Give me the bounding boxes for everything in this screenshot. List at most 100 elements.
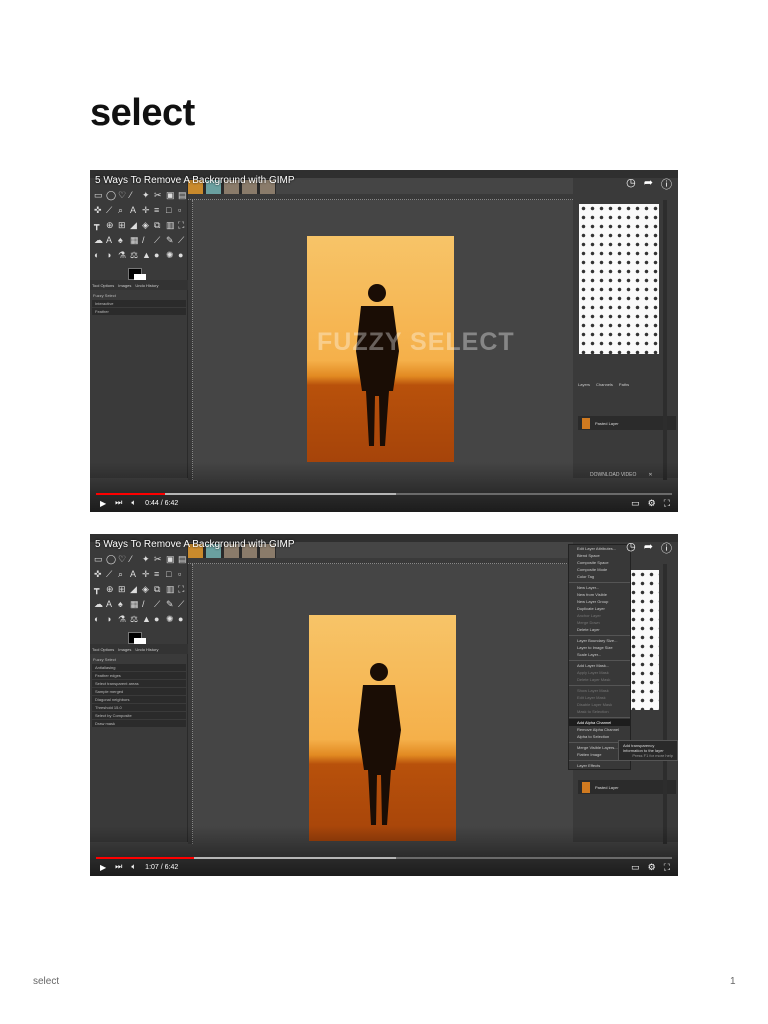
menu-item[interactable]: Layer to Image Size: [569, 644, 630, 651]
tool-icon[interactable]: ▲: [142, 250, 153, 260]
dock-tab[interactable]: Undo History: [135, 647, 158, 652]
tool-icon[interactable]: ⊞: [118, 220, 129, 230]
canvas-scrollbar[interactable]: [663, 564, 667, 844]
tool-icon[interactable]: ✂: [154, 554, 165, 564]
tool-icon[interactable]: ⧉: [154, 584, 165, 594]
tool-icon[interactable]: ♡: [118, 554, 129, 564]
layer-row[interactable]: Pasted Layer: [578, 416, 676, 430]
share-icon[interactable]: ➦: [644, 540, 653, 556]
dock-tab[interactable]: Undo History: [135, 283, 158, 288]
tool-icon[interactable]: ⚗: [118, 614, 129, 624]
video-title[interactable]: 5 Ways To Remove A Background with GIMP: [95, 175, 295, 186]
menu-item[interactable]: Blend Space: [569, 552, 630, 559]
menu-item[interactable]: Delete Layer: [569, 626, 630, 633]
tool-icon[interactable]: ▥: [166, 584, 177, 594]
tool-icon[interactable]: ◯: [106, 554, 117, 564]
canvas-image[interactable]: [309, 615, 456, 841]
play-icon[interactable]: ▶: [100, 499, 106, 508]
tool-icon[interactable]: ⚗: [118, 250, 129, 260]
volume-icon[interactable]: 🔈︎: [131, 498, 136, 508]
layer-row[interactable]: Pasted Layer: [578, 780, 676, 794]
tool-icon[interactable]: A: [106, 235, 117, 245]
tool-icon[interactable]: ⚖: [130, 614, 141, 624]
tool-option[interactable]: Feather: [92, 308, 186, 315]
tool-icon[interactable]: □: [166, 205, 177, 215]
tool-icon[interactable]: ♡: [118, 190, 129, 200]
menu-item[interactable]: Layer Effects: [569, 762, 630, 769]
tool-option[interactable]: Interactive: [92, 300, 186, 307]
tool-icon[interactable]: ⟋: [106, 205, 117, 215]
menu-item[interactable]: Merge Down: [569, 619, 630, 626]
dock-tab[interactable]: Tool Options: [92, 647, 114, 652]
tool-icon[interactable]: ◢: [130, 220, 141, 230]
tool-icon[interactable]: ✦: [142, 190, 153, 200]
video-title[interactable]: 5 Ways To Remove A Background with GIMP: [95, 539, 295, 550]
tool-icon[interactable]: ✂: [154, 190, 165, 200]
tool-icon[interactable]: ≡: [154, 205, 165, 215]
info-icon[interactable]: ⓘ: [661, 540, 672, 556]
tool-icon[interactable]: ⁄: [130, 554, 141, 564]
tool-icon[interactable]: ✛: [142, 205, 153, 215]
menu-item[interactable]: Show Layer Mask: [569, 687, 630, 694]
tool-grid[interactable]: ▭ ◯ ♡ ⁄ ✦ ✂ ▣ ▤ ✜ ⟋ ⌕ A ✛ ≡ □ ▫ ┳ ⊕ ⊞ ◢ ◈ ⧉ ▥ ⛶ ☁ A ♠ ▦ / ⟋ ✎ ⟋ ◐ ◑ ⚗ ⚖ ▲ ● ✺ ●: [94, 190, 189, 260]
menu-item[interactable]: New Layer...: [569, 584, 630, 591]
tool-icon[interactable]: ▣: [166, 554, 177, 564]
tool-icon[interactable]: /: [142, 235, 153, 245]
tool-option[interactable]: Fuzzy Select: [90, 292, 188, 299]
tool-icon[interactable]: A: [130, 569, 141, 579]
tool-icon[interactable]: ▭: [94, 554, 105, 564]
menu-item[interactable]: Alpha to Selection: [569, 733, 630, 740]
next-icon[interactable]: ⏭: [115, 862, 122, 872]
subtitles-icon[interactable]: ▭: [631, 498, 640, 509]
menu-item[interactable]: Edit Layer Mask: [569, 694, 630, 701]
volume-icon[interactable]: 🔈︎: [131, 862, 136, 872]
tool-icon[interactable]: ◢: [130, 584, 141, 594]
tool-option[interactable]: Select by Composite: [92, 712, 186, 719]
tool-icon[interactable]: ▲: [142, 614, 153, 624]
menu-item[interactable]: Scale Layer...: [569, 651, 630, 658]
tool-icon[interactable]: ✜: [94, 569, 105, 579]
tool-icon[interactable]: ⟋: [106, 569, 117, 579]
tool-icon[interactable]: ◈: [142, 220, 153, 230]
menu-item[interactable]: Mask to Selection: [569, 708, 630, 715]
tool-icon[interactable]: ▭: [94, 190, 105, 200]
tool-icon[interactable]: ⟋: [154, 599, 165, 609]
layers-tab[interactable]: Channels: [596, 382, 613, 387]
tool-icon[interactable]: A: [106, 599, 117, 609]
tool-icon[interactable]: ✦: [142, 554, 153, 564]
menu-item[interactable]: Remove Alpha Channel: [569, 726, 630, 733]
dock-tab[interactable]: Images: [118, 283, 131, 288]
layers-tab[interactable]: Layers: [578, 382, 590, 387]
tool-option[interactable]: Select transparent areas: [92, 680, 186, 687]
tool-icon[interactable]: ▥: [166, 220, 177, 230]
tool-icon[interactable]: ♠: [118, 599, 129, 609]
menu-item[interactable]: Delete Layer Mask: [569, 676, 630, 683]
tool-icon[interactable]: ▣: [166, 190, 177, 200]
menu-item[interactable]: Composite Mode: [569, 566, 630, 573]
info-icon[interactable]: ⓘ: [661, 176, 672, 192]
tool-icon[interactable]: ⧉: [154, 220, 165, 230]
tool-icon[interactable]: ⌕: [118, 569, 129, 579]
tool-icon[interactable]: ⌕: [118, 205, 129, 215]
brushes-panel[interactable]: [629, 570, 659, 710]
tool-icon[interactable]: ◯: [106, 190, 117, 200]
subtitles-icon[interactable]: ▭: [631, 862, 640, 873]
menu-item[interactable]: Composite Space: [569, 559, 630, 566]
menu-item[interactable]: Apply Layer Mask: [569, 669, 630, 676]
menu-item[interactable]: Layer Boundary Size...: [569, 637, 630, 644]
menu-item[interactable]: Color Tag: [569, 573, 630, 580]
tool-icon[interactable]: ┳: [94, 220, 105, 230]
menu-item[interactable]: Edit Layer Attributes...: [569, 545, 630, 552]
tool-icon[interactable]: ⁄: [130, 190, 141, 200]
tool-icon[interactable]: ≡: [154, 569, 165, 579]
watch-later-icon[interactable]: ◷: [626, 176, 636, 192]
progress-bar[interactable]: [96, 493, 672, 495]
tool-icon[interactable]: ▦: [130, 599, 141, 609]
settings-icon[interactable]: ⚙: [648, 862, 656, 873]
tool-option[interactable]: Draw mask: [92, 720, 186, 727]
tool-icon[interactable]: ☁: [94, 235, 105, 245]
fullscreen-icon[interactable]: ⛶: [664, 498, 670, 509]
tool-icon[interactable]: A: [130, 205, 141, 215]
tool-option[interactable]: Feather edges: [92, 672, 186, 679]
menu-item[interactable]: New Layer Group: [569, 598, 630, 605]
